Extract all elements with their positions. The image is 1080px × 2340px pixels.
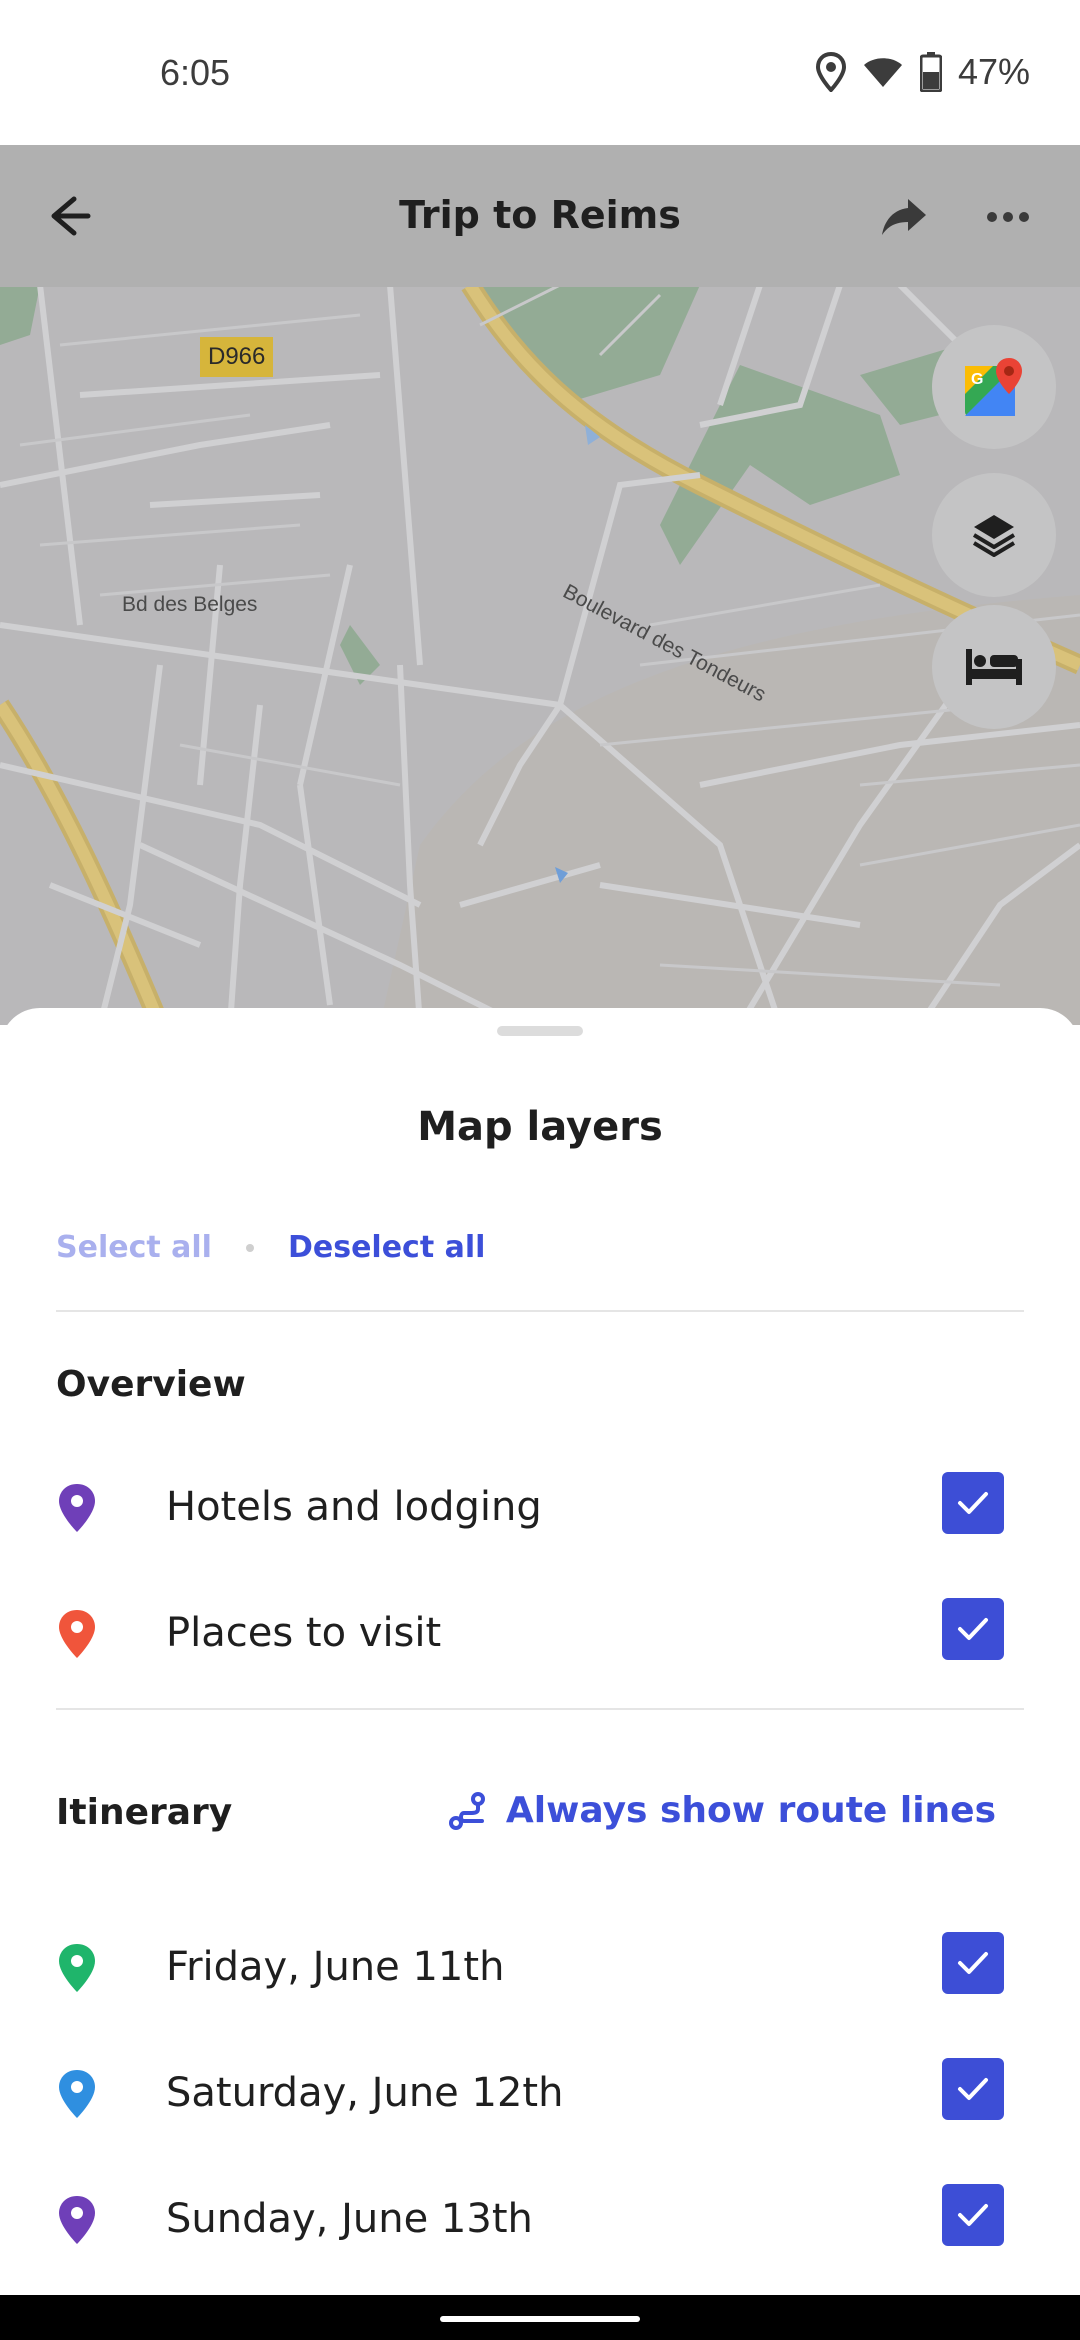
overview-heading: Overview (56, 1364, 246, 1405)
saturday-checkbox[interactable] (942, 2058, 1004, 2120)
check-icon (958, 1952, 988, 1974)
layer-label: Places to visit (166, 1610, 442, 1656)
route-icon (448, 1791, 485, 1830)
road-label-bd-belges: Bd des Belges (122, 593, 258, 616)
divider (56, 1708, 1024, 1710)
svg-text:G: G (971, 371, 983, 388)
open-google-maps-button[interactable]: G (932, 325, 1056, 449)
more-icon (987, 212, 1029, 222)
hotels-checkbox[interactable] (942, 1472, 1004, 1534)
status-time: 6:05 (160, 52, 231, 93)
map-view[interactable]: D966 Boulevard des Tondeurs Bd des Belge… (0, 145, 1080, 1025)
select-all-button[interactable]: Select all (56, 1230, 212, 1265)
route-link-label: Always show route lines (505, 1790, 996, 1831)
blue-pin-icon (59, 2070, 95, 2118)
layer-row-hotels[interactable]: Hotels and lodging (0, 1460, 1080, 1570)
select-controls: Select all Deselect all (56, 1230, 485, 1265)
road-badge-d966: D966 (200, 337, 274, 377)
check-icon (958, 2204, 988, 2226)
layer-label: Saturday, June 12th (166, 2070, 564, 2116)
itinerary-heading: Itinerary (56, 1792, 233, 1833)
battery-percent: 47% (957, 51, 1030, 92)
home-gesture-pill[interactable] (440, 2316, 640, 2322)
layer-row-friday[interactable]: Friday, June 11th (0, 1920, 1080, 2030)
places-checkbox[interactable] (942, 1598, 1004, 1660)
orange-pin-icon (59, 1610, 95, 1658)
location-icon (815, 52, 846, 92)
separator-dot (245, 1243, 254, 1252)
system-nav-bar (0, 2295, 1080, 2340)
map-layers-button[interactable] (932, 473, 1056, 597)
layers-icon (972, 515, 1016, 557)
purple-pin-icon (59, 1484, 95, 1532)
always-show-route-lines-button[interactable]: Always show route lines (448, 1790, 996, 1831)
layer-row-places[interactable]: Places to visit (0, 1586, 1080, 1696)
layer-row-sunday[interactable]: Sunday, June 13th (0, 2172, 1080, 2282)
layer-label: Friday, June 11th (166, 1944, 505, 1990)
more-button[interactable] (986, 205, 1030, 229)
friday-checkbox[interactable] (942, 1932, 1004, 1994)
sheet-title: Map layers (417, 1104, 663, 1150)
check-icon (958, 1492, 988, 1514)
check-icon (958, 1618, 988, 1640)
hotels-button[interactable] (932, 605, 1056, 729)
status-icons: 47% (815, 50, 1030, 94)
status-bar: 6:05 47% (0, 0, 1080, 145)
app-header: Trip to Reims (0, 145, 1080, 287)
deselect-all-button[interactable]: Deselect all (288, 1230, 485, 1265)
bed-icon (966, 649, 1022, 685)
google-maps-icon: G (965, 358, 1022, 416)
map-layers-sheet: Map layers Select all Deselect all Overv… (0, 1008, 1080, 2295)
check-icon (958, 2078, 988, 2100)
wifi-icon (863, 58, 902, 87)
layer-label: Hotels and lodging (166, 1484, 542, 1530)
divider (56, 1310, 1024, 1312)
battery-icon (919, 52, 942, 92)
layer-row-saturday[interactable]: Saturday, June 12th (0, 2046, 1080, 2156)
purple-pin-icon (59, 2196, 95, 2244)
green-pin-icon (59, 1944, 95, 1992)
sunday-checkbox[interactable] (942, 2184, 1004, 2246)
drag-handle[interactable] (497, 1026, 583, 1036)
share-icon (882, 199, 926, 235)
share-button[interactable] (880, 195, 930, 239)
layer-label: Sunday, June 13th (166, 2196, 533, 2242)
